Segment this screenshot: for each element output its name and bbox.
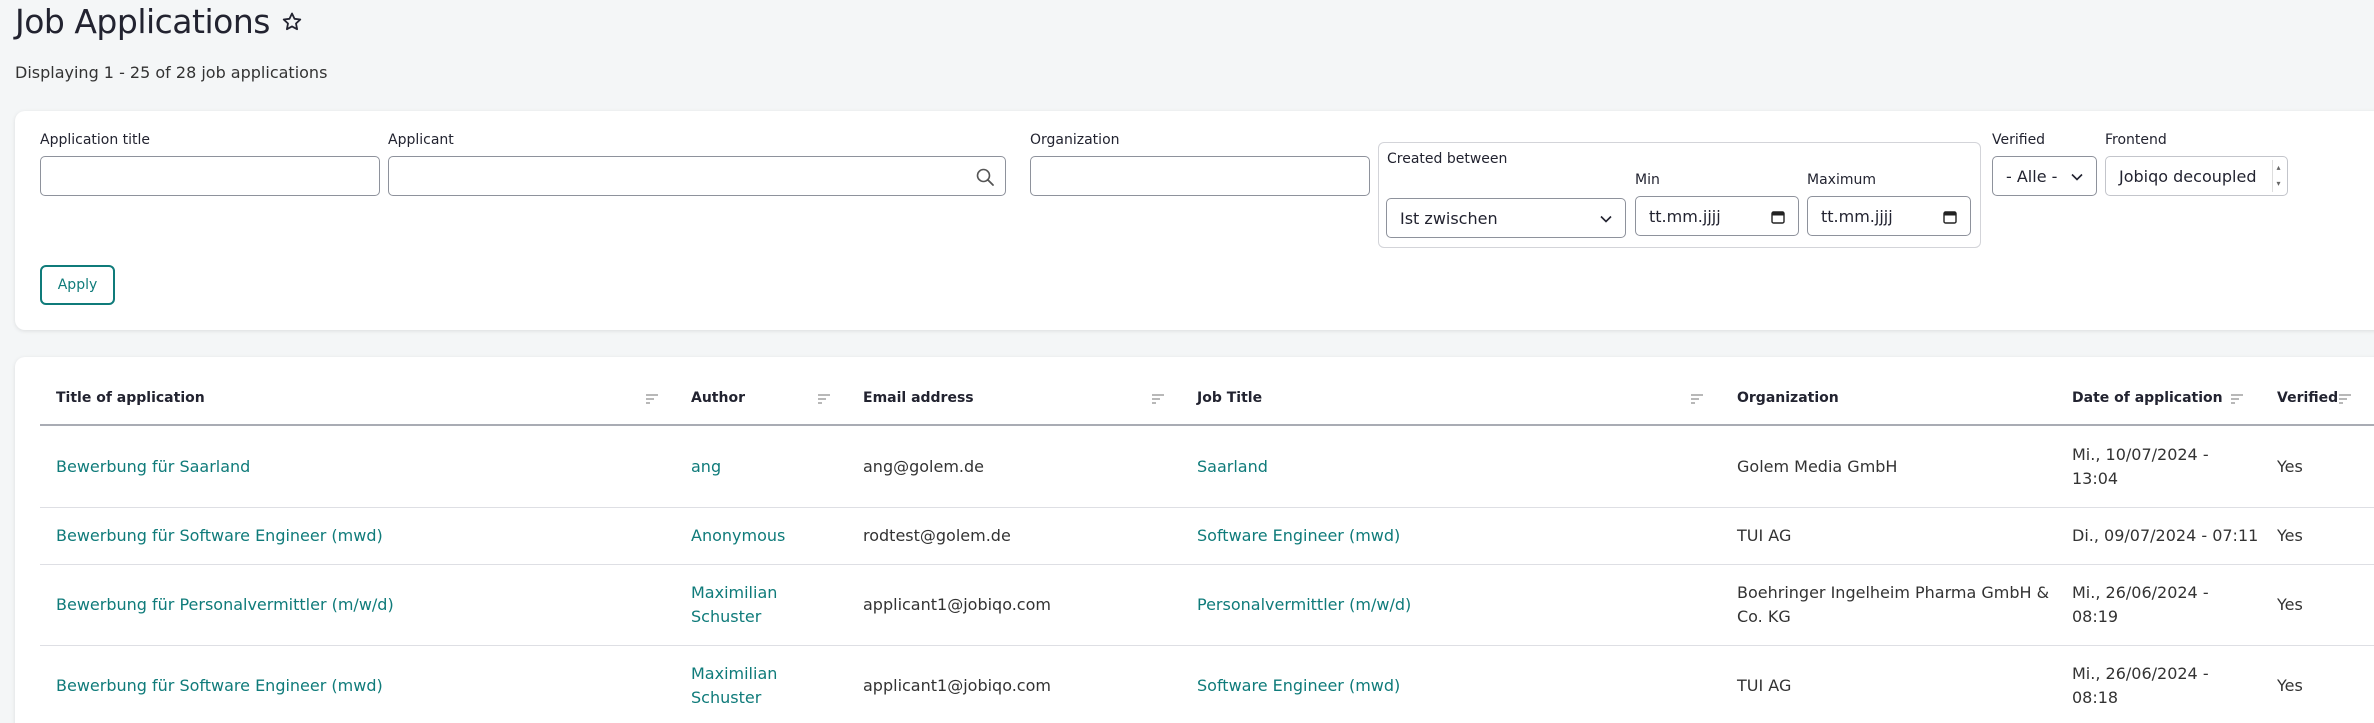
time-line: 13:04 [2072,468,2119,488]
verified-label: Verified [1992,132,2046,148]
verified-select[interactable]: - Alle - [1992,156,2097,196]
application-title-link[interactable]: Bewerbung für Personalvermittler (m/w/d) [56,565,394,645]
column-header-verified[interactable]: Verified [2277,390,2338,406]
date-line: Mi., 26/06/2024 - [2072,583,2209,602]
verified-cell: Yes [2277,526,2303,545]
sort-icon[interactable] [1690,393,1704,405]
table-row: Bewerbung für Personalvermittler (m/w/d)… [40,565,2374,646]
page-title-text: Job Applications [15,2,270,41]
max-date-placeholder: tt.mm.jjjj [1821,206,1893,226]
job-title-link[interactable]: Software Engineer (mwd) [1197,508,1400,564]
sort-icon[interactable] [1151,393,1165,405]
max-date-label: Maximum [1807,172,1876,188]
sort-icon[interactable] [817,393,831,405]
star-outline-icon[interactable] [280,10,304,34]
sort-icon[interactable] [2230,393,2244,405]
job-title-link[interactable]: Software Engineer (mwd) [1197,646,1400,723]
column-header-job-title[interactable]: Job Title [1197,390,1262,406]
max-date-input[interactable]: tt.mm.jjjj [1807,196,1971,236]
organization-cell: Boehringer Ingelheim Pharma GmbH & Co. K… [1737,565,2049,645]
date-cell: Mi., 10/07/2024 - 13:04 [2072,426,2209,507]
application-title-link[interactable]: Bewerbung für Software Engineer (mwd) [56,646,383,723]
table-row: Bewerbung für Software Engineer (mwd) Ma… [40,646,2374,723]
date-cell: Mi., 26/06/2024 - 08:19 [2072,565,2209,645]
calendar-icon [1771,211,1785,224]
search-icon [976,168,994,186]
author-last-name: Schuster [691,607,762,626]
sort-icon[interactable] [645,393,659,405]
date-cell: Mi., 26/06/2024 - 08:18 [2072,646,2209,723]
column-header-date[interactable]: Date of application [2072,390,2223,406]
verified-cell: Yes [2277,676,2303,695]
application-title-link[interactable]: Bewerbung für Software Engineer (mwd) [56,508,383,564]
operator-value: Ist zwischen [1400,208,1498,228]
chevron-down-icon [2071,173,2083,181]
verified-cell: Yes [2277,595,2303,614]
organization-label: Organization [1030,132,1120,148]
sort-icon[interactable] [2338,393,2352,405]
page-title: Job Applications [15,2,304,41]
min-date-placeholder: tt.mm.jjjj [1649,206,1721,226]
created-between-fieldset: Created between Ist zwischen Min tt.mm.j… [1378,142,1981,248]
email-cell: rodtest@golem.de [863,526,1011,545]
table-header: Title of application Author Email addres… [40,357,2374,426]
calendar-icon [1943,211,1957,224]
applicant-label: Applicant [388,132,454,148]
author-first-name: Maximilian [691,583,778,602]
frontend-value: Jobiqo decoupled [2119,166,2257,186]
chevron-down-icon [1600,215,1612,223]
job-title-link[interactable]: Personalvermittler (m/w/d) [1197,565,1411,645]
verified-cell: Yes [2277,456,2303,476]
author-first-name: Maximilian [691,664,778,683]
date-line: Mi., 26/06/2024 - [2072,664,2209,683]
organization-input[interactable] [1030,156,1370,196]
date-cell: Di., 09/07/2024 - 07:11 [2072,526,2259,545]
verified-value: - Alle - [2006,166,2058,186]
author-link[interactable]: Maximilian Schuster [691,646,777,723]
application-title-link[interactable]: Bewerbung für Saarland [56,426,250,507]
created-between-operator-select[interactable]: Ist zwischen [1386,198,1626,238]
email-cell: applicant1@jobiqo.com [863,676,1051,695]
author-last-name: Schuster [691,688,762,707]
author-link[interactable]: Anonymous [691,508,785,564]
min-date-label: Min [1635,172,1660,188]
organization-line: Boehringer Ingelheim Pharma GmbH & [1737,583,2050,602]
application-title-label: Application title [40,132,151,148]
results-summary: Displaying 1 - 25 of 28 job applications [15,63,328,82]
time-line: 08:18 [2072,688,2119,707]
application-title-input[interactable] [40,156,380,196]
organization-cell: Golem Media GmbH [1737,456,1898,476]
column-header-author[interactable]: Author [691,390,745,406]
created-between-legend: Created between [1387,151,1508,167]
organization-cell: TUI AG [1737,676,1792,695]
scroll-arrows-icon[interactable]: ▴ ▾ [2272,160,2284,192]
apply-button[interactable]: Apply [40,265,115,305]
column-header-title[interactable]: Title of application [56,390,205,406]
table-row: Bewerbung für Saarland ang ang@golem.de … [40,426,2374,508]
author-link[interactable]: Maximilian Schuster [691,565,777,645]
min-date-input[interactable]: tt.mm.jjjj [1635,196,1799,236]
job-title-link[interactable]: Saarland [1197,426,1268,507]
author-link[interactable]: ang [691,426,721,507]
date-line: Mi., 10/07/2024 - [2072,444,2209,464]
frontend-select[interactable]: Jobiqo decoupled ▴ ▾ [2105,156,2288,196]
email-cell: applicant1@jobiqo.com [863,595,1051,614]
filter-panel: Application title Applicant Organization… [15,111,2374,330]
applicant-input[interactable] [388,156,1006,196]
organization-cell: TUI AG [1737,526,1792,545]
time-line: 08:19 [2072,607,2119,626]
email-cell: ang@golem.de [863,456,985,476]
frontend-label: Frontend [2105,132,2167,148]
column-header-organization: Organization [1737,390,1839,406]
applications-table: Title of application Author Email addres… [15,357,2374,723]
organization-line: Co. KG [1737,607,1791,626]
table-row: Bewerbung für Software Engineer (mwd) An… [40,508,2374,565]
column-header-email[interactable]: Email address [863,390,974,406]
